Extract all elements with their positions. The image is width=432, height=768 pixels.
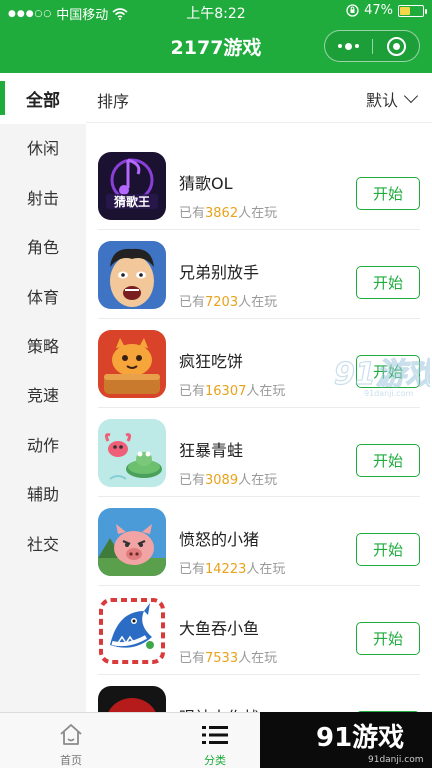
start-button[interactable]: 开始: [356, 444, 420, 477]
tab-home[interactable]: 首页: [11, 713, 131, 768]
mini-program-capsule: [324, 30, 420, 62]
tab-category[interactable]: 分类: [155, 713, 275, 768]
player-count-prefix: 已有: [179, 384, 206, 399]
game-row[interactable]: 兄弟别放手 已有7203人在玩 开始: [86, 230, 432, 319]
sidebar-item-sports[interactable]: 体育: [0, 283, 86, 313]
player-count-suffix: 人在玩: [238, 651, 278, 666]
home-icon: [60, 724, 82, 745]
start-button[interactable]: 开始: [356, 266, 420, 299]
player-count-prefix: 已有: [179, 562, 206, 577]
player-count-prefix: 已有: [179, 651, 206, 666]
sidebar-item-strategy[interactable]: 策略: [0, 332, 86, 362]
player-count: 已有3862人在玩: [179, 202, 277, 221]
target-close-icon: [386, 36, 406, 56]
player-count-suffix: 人在玩: [238, 295, 278, 310]
game-icon-big-fish: [98, 597, 166, 665]
player-count-suffix: 人在玩: [246, 384, 286, 399]
watermark-corner-url-text: 91danji.com: [368, 755, 423, 765]
sort-label: 排序: [97, 92, 130, 111]
game-row[interactable]: 狂暴青蛙 已有3089人在玩 开始: [86, 408, 432, 497]
player-count-number: 3089: [205, 473, 239, 488]
game-name: 疯狂吃饼: [179, 352, 244, 371]
sidebar-item-social[interactable]: 社交: [0, 530, 86, 560]
more-dot-icon: [338, 44, 342, 48]
rotation-lock-icon: [346, 4, 359, 17]
game-row[interactable]: 大鱼吞小鱼 已有7533人在玩 开始: [86, 586, 432, 675]
player-count-prefix: 已有: [179, 473, 206, 488]
sidebar-item-rpg[interactable]: 角色: [0, 233, 86, 263]
chevron-down-icon: [403, 88, 419, 104]
game-icon-eye-battle: [98, 686, 166, 712]
active-indicator: [0, 81, 5, 115]
battery-icon: [398, 4, 427, 17]
player-count: 已有3089人在玩: [179, 469, 277, 488]
category-all[interactable]: 全部: [0, 73, 86, 123]
player-count-number: 16307: [205, 384, 247, 399]
game-name: 愤怒的小猪: [179, 530, 260, 549]
more-options-button[interactable]: [325, 31, 372, 61]
watermark-corner-logo-text: 91游戏: [316, 723, 404, 753]
start-button[interactable]: 开始: [356, 533, 420, 566]
player-count-prefix: 已有: [179, 295, 206, 310]
player-count-number: 7203: [205, 295, 239, 310]
game-name: 猜歌OL: [179, 174, 233, 193]
list-icon: [202, 726, 228, 744]
game-icon-brothers: [98, 241, 166, 309]
game-icon-crazy-frog: [98, 419, 166, 487]
filter-bar: 全部 排序 默认: [0, 73, 432, 123]
watermark-logo-float: 91游戏 91danji.com: [330, 352, 432, 400]
game-row[interactable]: 眼神大作战 开始: [86, 675, 432, 712]
player-count-number: 3862: [205, 206, 239, 221]
sidebar-item-casual[interactable]: 休闲: [0, 134, 86, 164]
player-count-suffix: 人在玩: [238, 206, 278, 221]
player-count: 已有7533人在玩: [179, 647, 277, 666]
sidebar-item-racing[interactable]: 竞速: [0, 381, 86, 411]
player-count-suffix: 人在玩: [238, 473, 278, 488]
battery-fill: [400, 6, 410, 15]
player-count: 已有14223人在玩: [179, 558, 285, 577]
tab-category-label: 分类: [204, 754, 226, 767]
start-button[interactable]: 开始: [356, 622, 420, 655]
category-all-label: 全部: [26, 90, 60, 111]
start-button[interactable]: 开始: [356, 177, 420, 210]
game-list: 猜歌王 猜歌OL 已有3862人在玩 开始 兄弟别放手 已有7203人在玩 开始: [86, 124, 432, 712]
game-icon-guess-song: 猜歌王: [98, 152, 166, 220]
game-name: 大鱼吞小鱼: [179, 619, 260, 638]
watermark-logo-corner: 91游戏 91danji.com: [260, 712, 432, 768]
icon-caption: 猜歌王: [113, 194, 150, 209]
game-row[interactable]: 愤怒的小猪 已有14223人在玩 开始: [86, 497, 432, 586]
battery-percent: 47%: [364, 3, 393, 18]
sidebar-item-action[interactable]: 动作: [0, 431, 86, 461]
game-row[interactable]: 猜歌王 猜歌OL 已有3862人在玩 开始: [86, 141, 432, 230]
category-sidebar: 休闲 射击 角色 体育 策略 竞速 动作 辅助 社交: [0, 124, 86, 712]
game-name: 眼神大作战: [179, 704, 259, 712]
sidebar-item-shooting[interactable]: 射击: [0, 184, 86, 214]
watermark-logo-text: 91游戏: [334, 357, 430, 392]
sort-dropdown[interactable]: 默认: [365, 87, 419, 111]
player-count: 已有7203人在玩: [179, 291, 277, 310]
more-dot-icon: [355, 44, 359, 48]
player-count-prefix: 已有: [179, 206, 206, 221]
tab-home-label: 首页: [60, 754, 82, 767]
player-count-suffix: 人在玩: [246, 562, 286, 577]
sort-dropdown-value: 默认: [365, 91, 398, 110]
player-count-number: 7533: [205, 651, 239, 666]
game-name: 兄弟别放手: [179, 263, 260, 282]
game-icon-crazy-eat-cake: [98, 330, 166, 398]
status-right: 47%: [346, 3, 427, 18]
app-header: ●●●○○ 中国移动 上午8:22 47% 2177游戏: [0, 0, 432, 73]
status-bar: ●●●○○ 中国移动 上午8:22 47%: [0, 0, 432, 24]
watermark-url-text: 91danji.com: [364, 389, 414, 398]
game-name: 狂暴青蛙: [179, 441, 244, 460]
close-mini-program-button[interactable]: [373, 31, 419, 61]
more-dot-icon: [345, 42, 352, 50]
game-icon-angry-pig: [98, 508, 166, 576]
player-count: 已有16307人在玩: [179, 380, 285, 399]
sidebar-item-assist[interactable]: 辅助: [0, 480, 86, 510]
player-count-number: 14223: [205, 562, 247, 577]
